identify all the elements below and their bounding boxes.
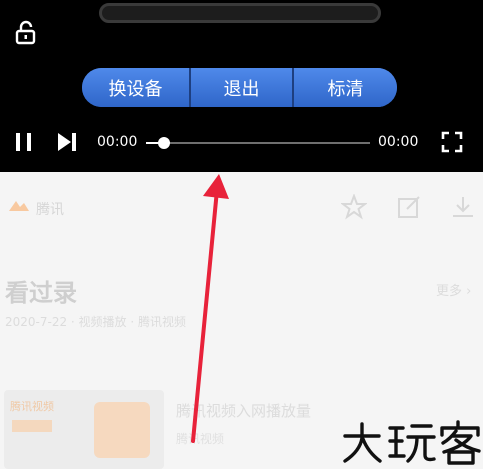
watermark-logo [343, 420, 481, 465]
app-name: 腾讯 [36, 202, 64, 218]
page-subtitle: 2020-7-22 · 视频播放 · 腾讯视频 [5, 315, 186, 329]
switch-device-button[interactable]: 换设备 [82, 68, 189, 107]
exit-button[interactable]: 退出 [189, 68, 292, 107]
top-handle-bar [99, 3, 381, 23]
current-time: 00:00 [97, 134, 138, 150]
unlock-icon[interactable] [13, 19, 39, 45]
edit-icon[interactable] [396, 194, 422, 220]
card-tag [12, 420, 52, 432]
page-title: 看过录 [5, 279, 77, 307]
more-link[interactable]: 更多 › [436, 280, 471, 299]
cast-control-group: 换设备 退出 标清 [82, 68, 397, 107]
skip-next-icon[interactable] [56, 132, 78, 152]
progress-bar[interactable] [146, 137, 370, 149]
card-graphic [94, 402, 150, 458]
pause-icon[interactable] [14, 132, 34, 152]
video-player[interactable]: 换设备 退出 标清 00:00 00:00 [0, 0, 483, 172]
app-logo-icon [9, 201, 29, 211]
star-icon[interactable] [341, 194, 367, 220]
total-time: 00:00 [378, 134, 419, 150]
video-card-thumbnail[interactable]: 腾讯视频 [4, 390, 164, 469]
card-badge: 腾讯视频 [10, 400, 54, 413]
progress-thumb[interactable] [158, 137, 170, 149]
quality-button[interactable]: 标清 [292, 68, 397, 107]
card-meta: 腾讯视频 [176, 432, 225, 446]
download-icon[interactable] [450, 194, 476, 220]
card-title[interactable]: 腾讯视频入网播放量 [176, 400, 311, 421]
fullscreen-icon[interactable] [441, 131, 463, 153]
